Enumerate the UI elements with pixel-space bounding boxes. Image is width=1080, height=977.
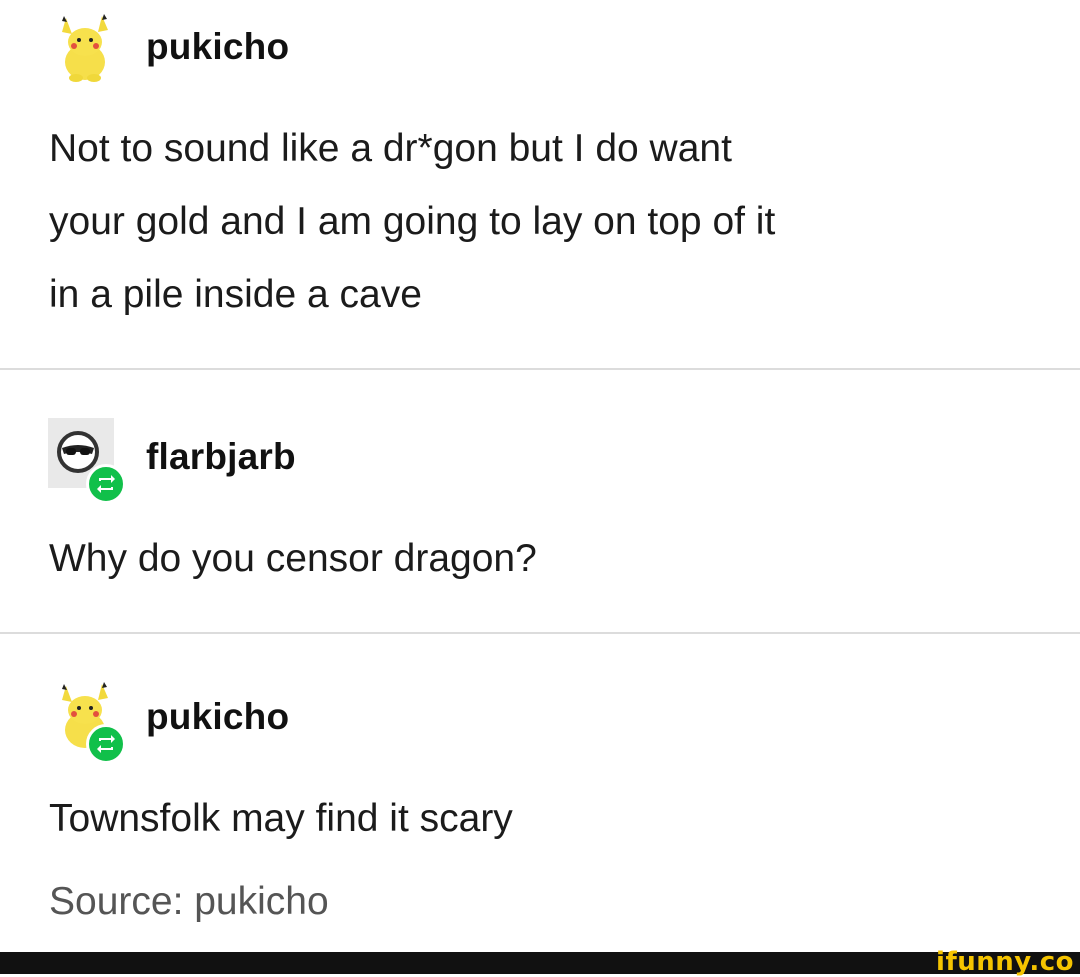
reblog-icon (86, 724, 126, 764)
post-username[interactable]: flarbjarb (146, 436, 296, 478)
post-text-line: your gold and I am going to lay on top o… (49, 200, 776, 243)
post-username[interactable]: pukicho (146, 696, 289, 738)
post-divider (0, 368, 1080, 370)
post-username[interactable]: pukicho (146, 26, 289, 68)
post-text-line: Townsfolk may find it scary (49, 797, 513, 840)
pikachu-avatar-icon[interactable] (52, 12, 118, 82)
post-text: Townsfolk may find it scary (49, 782, 1049, 855)
post-text-line: Not to sound like a dr*gon but I do want (49, 127, 732, 170)
post-text: Not to sound like a dr*gon but I do want… (49, 112, 1049, 331)
post-text: Why do you censor dragon? (49, 522, 1049, 595)
post-text-line: Why do you censor dragon? (49, 537, 537, 580)
reblog-icon (86, 464, 126, 504)
post-divider (0, 632, 1080, 634)
source-link[interactable]: Source: pukicho (49, 880, 329, 924)
post-text-line: in a pile inside a cave (49, 273, 422, 316)
ifunny-watermark: ifunny.co (936, 947, 1074, 977)
footer-bar (0, 952, 1080, 974)
